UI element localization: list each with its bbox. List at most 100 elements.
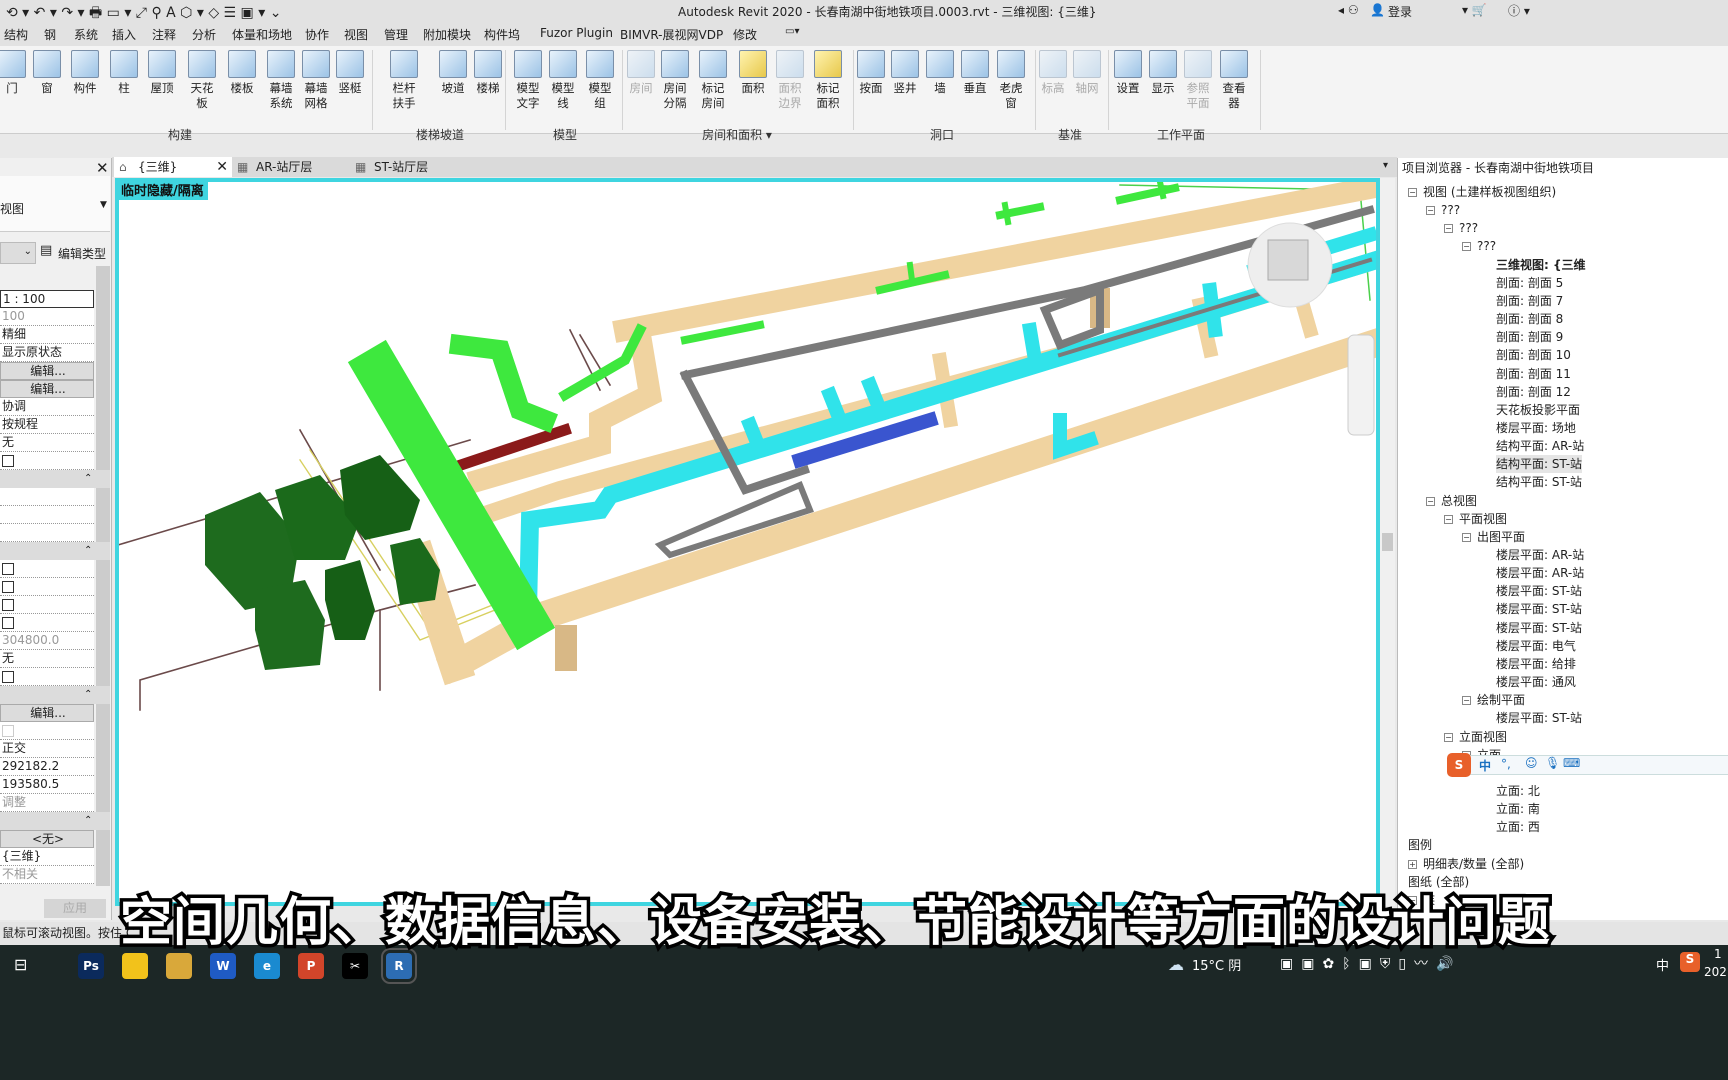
property-value[interactable]: 无 [0,434,94,452]
browser-tree-item[interactable]: −??? [1426,201,1460,219]
collapse-icon[interactable]: − [1462,242,1471,252]
property-value[interactable] [0,506,94,524]
ribbon-button[interactable]: 窗 [29,50,65,96]
binoculars-icon[interactable]: ◂ ⚇ [1338,3,1359,17]
ribbon-button[interactable]: 查看器 [1216,50,1252,111]
ribbon-button[interactable]: 幕墙系统 [263,50,299,111]
ribbon-button[interactable]: 面积 [735,50,771,96]
ribbon-button[interactable]: 墙 [922,50,958,96]
browser-tree-item[interactable]: −??? [1444,219,1478,237]
ribbon-tab[interactable]: 分析 [192,26,216,43]
ribbon-tab[interactable]: 管理 [384,26,408,43]
browser-tree-item[interactable]: 结构平面: ST-站 [1496,455,1583,474]
checkbox[interactable] [2,581,14,593]
login-button[interactable]: 登录 [1388,3,1412,20]
property-value[interactable] [0,452,94,470]
ime-mode[interactable]: 中 [1479,757,1491,774]
ribbon-tab[interactable]: 体量和场地 [232,26,292,43]
close-tab-icon[interactable]: ✕ [216,157,228,177]
browser-tree-item[interactable]: 天花板投影平面 [1496,401,1580,419]
property-value[interactable] [0,560,94,578]
ribbon-button[interactable]: 栏杆扶手 [386,50,422,111]
ribbon-button[interactable]: 老虎窗 [993,50,1029,111]
checkbox[interactable] [2,725,14,737]
browser-tree-item[interactable]: 立面: 西 [1496,818,1540,836]
ribbon-button[interactable]: 模型组 [582,50,618,111]
property-edit-button[interactable]: 编辑... [0,362,94,380]
collapse-icon[interactable]: − [1426,206,1435,216]
properties-scrollbar[interactable] [96,266,110,886]
ribbon-minimize-icon[interactable]: ▭▾ [785,26,799,37]
instance-filter-dropdown[interactable]: ⌄ [0,242,36,264]
ribbon-button[interactable]: 设置 [1110,50,1146,96]
clock-time[interactable]: 1 [1714,947,1722,961]
view-tab[interactable]: ▦ AR-站厅层 [232,157,347,177]
ribbon-tab[interactable]: 插入 [112,26,136,43]
property-value[interactable]: 193580.5 [0,776,94,794]
edit-type-button[interactable]: 编辑类型 [58,245,106,262]
ribbon-tab[interactable]: Fuzor Plugin [540,26,613,40]
ribbon-button[interactable]: 坡道 [435,50,471,96]
property-value[interactable] [0,596,94,614]
checkbox[interactable] [2,617,14,629]
browser-tree-item[interactable]: 剖面: 剖面 5 [1496,274,1563,292]
checkbox[interactable] [2,671,14,683]
property-value[interactable]: 无 [0,650,94,668]
property-value[interactable]: 精细 [0,326,94,344]
ribbon-button[interactable]: 标记面积 [810,50,846,111]
browser-tree-item[interactable]: − 出图平面 [1462,528,1525,546]
checkbox[interactable] [2,599,14,611]
property-value[interactable] [0,578,94,596]
property-edit-button[interactable]: 编辑... [0,704,94,722]
viewport-scrollbar[interactable] [1380,178,1395,906]
task-view-icon[interactable]: ⊟ [14,955,27,974]
tab-overflow-icon[interactable]: ▾ [1383,160,1388,171]
help-icon[interactable]: ⓘ ▾ [1508,2,1530,19]
browser-tree-item[interactable]: 剖面: 剖面 9 [1496,328,1563,346]
taskbar-app[interactable]: P [298,953,324,979]
taskbar-app[interactable] [166,953,192,979]
browser-tree-item[interactable]: 楼层平面: AR-站 [1496,564,1584,582]
browser-tree-item[interactable]: 楼层平面: ST-站 [1496,582,1582,600]
browser-tree-item[interactable]: 楼层平面: 电气 [1496,637,1576,655]
ime-punct[interactable]: °, [1501,757,1511,771]
collapse-icon[interactable]: − [1426,496,1435,506]
taskbar-app[interactable]: R [381,948,417,984]
taskbar-app[interactable]: e [254,953,280,979]
keyboard-icon[interactable]: ⌨ [1563,756,1580,770]
browser-tree-item[interactable]: − 立面视图 [1444,728,1507,746]
ribbon-tab[interactable]: 视图 [344,26,368,43]
ribbon-tab[interactable]: 修改 [733,26,757,43]
browser-tree-item[interactable]: 楼层平面: 给排 [1496,655,1576,673]
ribbon-button[interactable]: 门 [0,50,30,96]
clock-date[interactable]: 202 [1704,965,1727,979]
browser-tree-item[interactable]: 立面: 南 [1496,800,1540,818]
browser-tree-item[interactable]: 剖面: 剖面 8 [1496,310,1563,328]
ribbon-button[interactable]: 参照平面 [1180,50,1216,111]
property-edit-button[interactable]: <无> [0,830,94,848]
apply-button[interactable]: 应用 [44,899,106,918]
browser-tree-item[interactable]: 立面: 北 [1496,782,1540,800]
browser-tree-item[interactable]: 楼层平面: 通风 [1496,673,1576,691]
ribbon-button[interactable]: 天花板 [184,50,220,111]
ribbon-button[interactable]: 楼梯 [470,50,506,96]
property-value[interactable]: 1 : 100 [0,290,94,308]
browser-tree-item[interactable]: − 视图 (土建样板视图组织) [1408,183,1556,201]
ribbon-button[interactable]: 房间 [623,50,659,96]
browser-tree-item[interactable]: −??? [1462,237,1496,255]
temporary-hide-isolate-badge[interactable]: 临时隐藏/隔离 [117,179,208,200]
ribbon-button[interactable]: 面积边界 [772,50,808,111]
ribbon-button[interactable]: 模型线 [545,50,581,111]
browser-tree-item[interactable]: 图例 [1408,836,1432,854]
ime-indicator[interactable]: 中 [1656,955,1669,974]
browser-tree-item[interactable]: 楼层平面: ST-站 [1496,619,1582,637]
collapse-icon[interactable]: − [1462,696,1471,706]
view-tab[interactable]: ⌂ {三维} ✕ [114,157,232,177]
collapse-icon[interactable]: − [1408,188,1417,197]
ribbon-button[interactable]: 竖梃 [332,50,368,96]
property-value[interactable]: 按规程 [0,416,94,434]
emoji-icon[interactable]: ☺ [1525,756,1538,770]
browser-tree-item[interactable]: 剖面: 剖面 12 [1496,383,1571,401]
property-value[interactable] [0,524,94,542]
checkbox[interactable] [2,455,14,467]
